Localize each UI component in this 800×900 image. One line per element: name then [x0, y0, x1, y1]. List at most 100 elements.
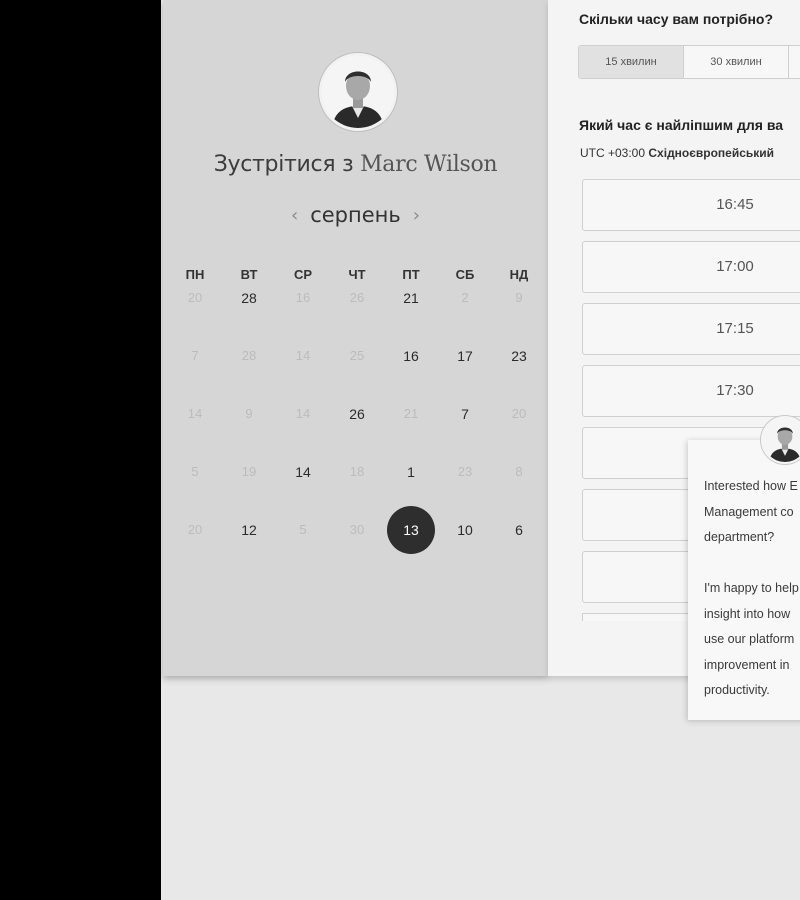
calendar-day: 2	[438, 288, 492, 346]
timezone-offset: UTC +03:00	[580, 146, 646, 160]
calendar-day: 9	[492, 288, 546, 346]
calendar-day-number: 19	[241, 464, 257, 479]
calendar-day-number: 5	[299, 522, 307, 537]
calendar-day-number: 20	[187, 290, 203, 305]
duration-option[interactable]	[789, 46, 800, 78]
calendar-day-number: 7	[191, 348, 199, 363]
duration-question: Скільки часу вам потрібно?	[579, 11, 774, 27]
calendar-day-number: 2	[461, 290, 469, 305]
time-slot-label: 17:00	[716, 258, 754, 275]
chat-line: use our platform	[704, 632, 795, 646]
time-slot[interactable]: 17:00	[582, 241, 800, 293]
calendar-day: 20	[168, 520, 222, 578]
person-photo-icon	[763, 418, 800, 462]
calendar-day: 28	[222, 346, 276, 404]
chat-line: insight into how	[704, 606, 791, 621]
calendar-day: 7	[168, 346, 222, 404]
calendar-day[interactable]: 16	[384, 346, 438, 404]
host-title-prefix: Зустрітися з	[213, 152, 354, 177]
month-navigation: ‹ серпень ›	[163, 203, 548, 227]
weekday-label: ВТ	[240, 267, 258, 282]
calendar-day-number: 9	[245, 406, 253, 421]
chat-line: Interested how E	[704, 479, 798, 493]
calendar-day-number: 13	[387, 506, 435, 554]
host-name: Marc Wilson	[360, 152, 498, 177]
calendar-day[interactable]: 21	[384, 288, 438, 346]
calendar-day-number: 6	[515, 522, 523, 538]
calendar-day[interactable]: 23	[492, 346, 546, 404]
calendar-grid: ПН ВТ СР ЧТ ПТ СБ НД 20 28 16 26 21 2 9 7 28 14 25 16 17 23…	[168, 262, 546, 578]
calendar-day-selected[interactable]: 13	[384, 506, 438, 578]
weekday-header: ПН ВТ СР ЧТ ПТ СБ НД	[168, 262, 546, 288]
weekday-label: ПН	[185, 267, 205, 282]
chat-line: improvement in	[704, 657, 790, 672]
calendar-day-number: 23	[457, 464, 473, 479]
calendar-weeks: 20 28 16 26 21 2 9 7 28 14 25 16 17 23 14 9 14 26 21 7 20 5 19…	[168, 288, 546, 578]
calendar-day-number: 9	[515, 290, 523, 305]
calendar-day[interactable]: 17	[438, 346, 492, 404]
calendar-week: 7 28 14 25 16 17 23	[168, 346, 546, 404]
calendar-day-number: 26	[349, 290, 365, 305]
calendar-week: 14 9 14 26 21 7 20	[168, 404, 546, 462]
chat-line: department?	[704, 530, 775, 544]
time-slot-label: 17:15	[716, 320, 754, 337]
chevron-left-icon[interactable]: ‹	[279, 205, 310, 226]
timezone-name: Східноєвропейський	[648, 146, 775, 160]
host-title: Зустрітися з Marc Wilson	[163, 152, 548, 177]
calendar-day: 20	[168, 288, 222, 346]
chat-popup[interactable]: Interested how E Management co departmen…	[688, 440, 800, 720]
calendar-day: 23	[438, 462, 492, 520]
calendar-day: 30	[330, 520, 384, 578]
host-avatar	[319, 53, 397, 131]
calendar-day-number: 18	[349, 464, 365, 479]
calendar-day: 25	[330, 346, 384, 404]
calendar-day-number: 16	[403, 348, 419, 364]
duration-selector: 15 хвилин 30 хвилин	[578, 45, 800, 79]
time-slot[interactable]: 17:15	[582, 303, 800, 355]
weekday-label: ЧТ	[348, 267, 366, 282]
calendar-week: 20 28 16 26 21 2 9	[168, 288, 546, 346]
calendar-day-number: 14	[295, 406, 311, 421]
calendar-day: 19	[222, 462, 276, 520]
calendar-day: 9	[222, 404, 276, 462]
duration-option[interactable]: 30 хвилин	[684, 46, 789, 78]
timezone-label: UTC +03:00 Східноєвропейський	[580, 146, 774, 160]
calendar-day: 5	[276, 520, 330, 578]
calendar-day: 20	[492, 404, 546, 462]
calendar-day-number: 28	[241, 348, 257, 363]
calendar-day-number: 28	[241, 290, 257, 306]
calendar-week: 20 12 5 30 13 10 6	[168, 506, 546, 578]
calendar-day-number: 25	[349, 348, 365, 363]
calendar-day: 21	[384, 404, 438, 462]
calendar-day-number: 20	[511, 406, 527, 421]
calendar-day-number: 21	[403, 406, 419, 421]
calendar-day-number: 14	[295, 464, 311, 480]
calendar-day: 8	[492, 462, 546, 520]
calendar-day-number: 14	[295, 348, 311, 363]
time-question: Який час є найліпшим для ва	[579, 117, 784, 133]
black-strip	[0, 0, 161, 900]
calendar-day: 18	[330, 462, 384, 520]
time-slot[interactable]: 17:30	[582, 365, 800, 417]
calendar-day-number: 20	[187, 522, 203, 537]
person-photo-icon	[322, 56, 394, 128]
calendar-day[interactable]: 26	[330, 404, 384, 462]
time-slot-label: 16:45	[716, 196, 754, 213]
chevron-right-icon[interactable]: ›	[401, 205, 432, 226]
calendar-day[interactable]: 28	[222, 288, 276, 346]
duration-option[interactable]: 15 хвилин	[579, 46, 684, 78]
chat-line: Management co	[704, 504, 794, 519]
calendar-day[interactable]: 12	[222, 520, 276, 578]
calendar-day: 14	[168, 404, 222, 462]
calendar-day: 16	[276, 288, 330, 346]
calendar-day: 5	[168, 462, 222, 520]
calendar-day[interactable]: 7	[438, 404, 492, 462]
calendar-day: 14	[276, 346, 330, 404]
calendar-day[interactable]: 6	[492, 520, 546, 578]
calendar-day-number: 30	[349, 522, 365, 537]
time-slot[interactable]: 16:45	[582, 179, 800, 231]
calendar-day: 14	[276, 404, 330, 462]
calendar-week: 5 19 14 18 1 23 8	[168, 462, 546, 520]
calendar-day[interactable]: 14	[276, 462, 330, 520]
calendar-day[interactable]: 10	[438, 520, 492, 578]
